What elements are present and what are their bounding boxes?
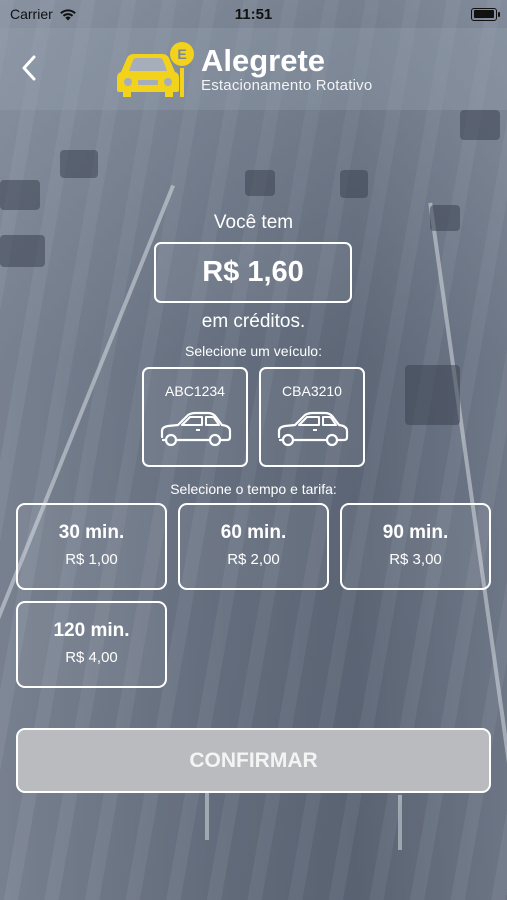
app-subtitle: Estacionamento Rotativo — [201, 77, 373, 94]
chevron-left-icon — [22, 55, 36, 81]
confirm-button[interactable]: CONFIRMAR — [16, 728, 491, 793]
tariff-time: 60 min. — [220, 522, 287, 543]
credit-balance: R$ 1,60 — [154, 242, 352, 303]
app-title: Alegrete — [201, 43, 326, 78]
back-button[interactable] — [14, 50, 44, 86]
tariff-option-120[interactable]: 120 min. R$ 4,00 — [16, 601, 167, 688]
tariff-price: R$ 4,00 — [65, 649, 118, 666]
car-icon — [160, 411, 232, 447]
vehicle-section-label: Selecione um veículo: — [185, 343, 322, 359]
tariff-price: R$ 2,00 — [227, 551, 280, 568]
tariff-time: 90 min. — [382, 522, 449, 543]
battery-icon — [471, 7, 500, 21]
vehicle-card-cba3210[interactable]: CBA3210 — [259, 367, 365, 467]
clock: 11:51 — [234, 5, 273, 23]
tariff-option-90[interactable]: 90 min. R$ 3,00 — [340, 503, 491, 590]
tariff-option-60[interactable]: 60 min. R$ 2,00 — [178, 503, 329, 590]
tariff-price: R$ 3,00 — [389, 551, 442, 568]
brand-logo: E Alegrete Estacionamento Rotativo — [115, 38, 372, 100]
credit-suffix: em créditos. — [201, 311, 306, 332]
vehicle-plate: ABC1234 — [165, 383, 225, 399]
vehicle-card-abc1234[interactable]: ABC1234 — [142, 367, 248, 467]
status-bar: Carrier 11:51 — [0, 0, 507, 28]
tariff-option-30[interactable]: 30 min. R$ 1,00 — [16, 503, 167, 590]
car-icon — [277, 411, 349, 447]
tariff-time: 30 min. — [58, 522, 125, 543]
tariff-time: 120 min. — [53, 620, 130, 641]
app-header: E Alegrete Estacionamento Rotativo — [0, 28, 507, 110]
tariff-price: R$ 1,00 — [65, 551, 118, 568]
logo-badge-letter: E — [177, 46, 186, 62]
car-parking-logo-icon: E — [117, 42, 194, 97]
credit-prefix: Você tem — [213, 212, 294, 233]
tariff-section-label: Selecione o tempo e tarifa: — [170, 481, 337, 497]
vehicle-plate: CBA3210 — [282, 383, 342, 399]
